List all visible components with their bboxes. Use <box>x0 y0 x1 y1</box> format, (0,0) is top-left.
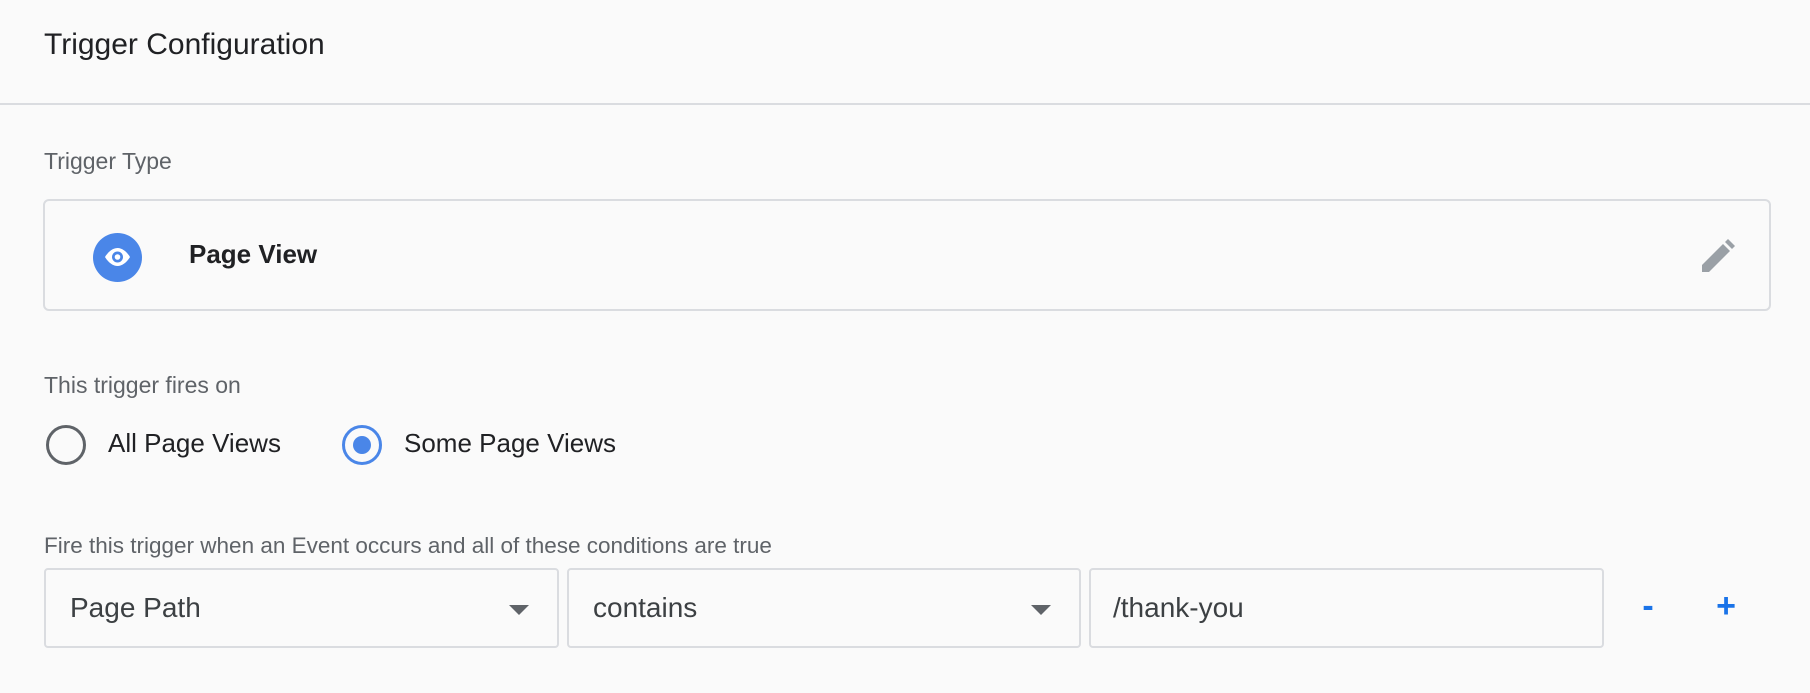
panel-title: Trigger Configuration <box>44 28 325 61</box>
condition-variable-value: Page Path <box>70 592 201 623</box>
trigger-type-name: Page View <box>189 239 318 269</box>
pencil-icon[interactable] <box>1697 237 1737 277</box>
condition-operator-value: contains <box>593 592 698 623</box>
remove-condition-button[interactable]: - <box>1628 588 1668 628</box>
conditions-label: Fire this trigger when an Event occurs a… <box>44 533 772 558</box>
chevron-down-icon <box>509 605 529 615</box>
trigger-type-label: Trigger Type <box>44 148 172 174</box>
add-condition-button[interactable]: + <box>1706 588 1746 628</box>
panel-header: Trigger Configuration <box>0 0 1810 105</box>
radio-unchecked-icon[interactable] <box>46 425 86 465</box>
trigger-type-card[interactable]: Page View <box>43 199 1771 311</box>
radio-label-some-page-views: Some Page Views <box>404 428 616 458</box>
condition-value-field[interactable] <box>1089 568 1604 648</box>
condition-variable-select[interactable]: Page Path <box>44 568 559 648</box>
chevron-down-icon <box>1031 605 1051 615</box>
eye-icon <box>93 233 142 282</box>
condition-operator-select[interactable]: contains <box>567 568 1081 648</box>
condition-value-input[interactable] <box>1113 588 1573 628</box>
fires-on-label: This trigger fires on <box>44 372 241 398</box>
radio-label-all-page-views: All Page Views <box>108 428 281 458</box>
radio-checked-icon[interactable] <box>342 425 382 465</box>
